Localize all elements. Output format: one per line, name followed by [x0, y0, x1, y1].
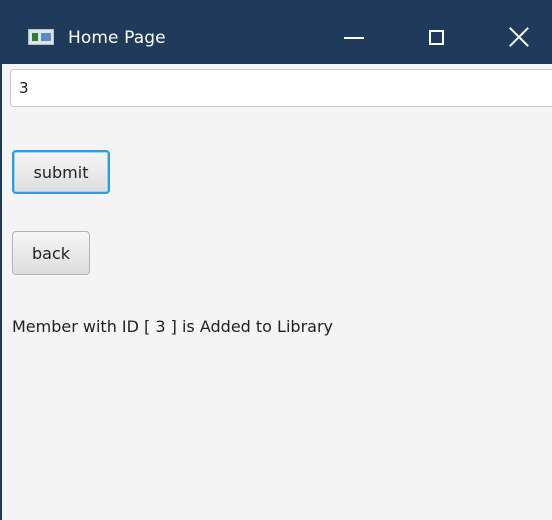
status-message: Member with ID [ 3 ] is Added to Library — [12, 317, 333, 336]
window-title: Home Page — [68, 28, 166, 48]
minimize-icon — [344, 37, 364, 39]
close-button[interactable] — [499, 20, 539, 54]
maximize-button[interactable] — [416, 20, 456, 54]
title-bar[interactable]: Home Page — [2, 0, 552, 64]
app-icon — [28, 29, 54, 45]
minimize-button[interactable] — [334, 20, 374, 54]
app-window: Home Page submit back Member with ID [ 3… — [0, 0, 552, 520]
close-icon — [508, 26, 530, 48]
member-id-input[interactable] — [10, 69, 552, 107]
back-button[interactable]: back — [12, 231, 90, 275]
maximize-icon — [428, 29, 444, 45]
submit-button[interactable]: submit — [12, 150, 110, 194]
